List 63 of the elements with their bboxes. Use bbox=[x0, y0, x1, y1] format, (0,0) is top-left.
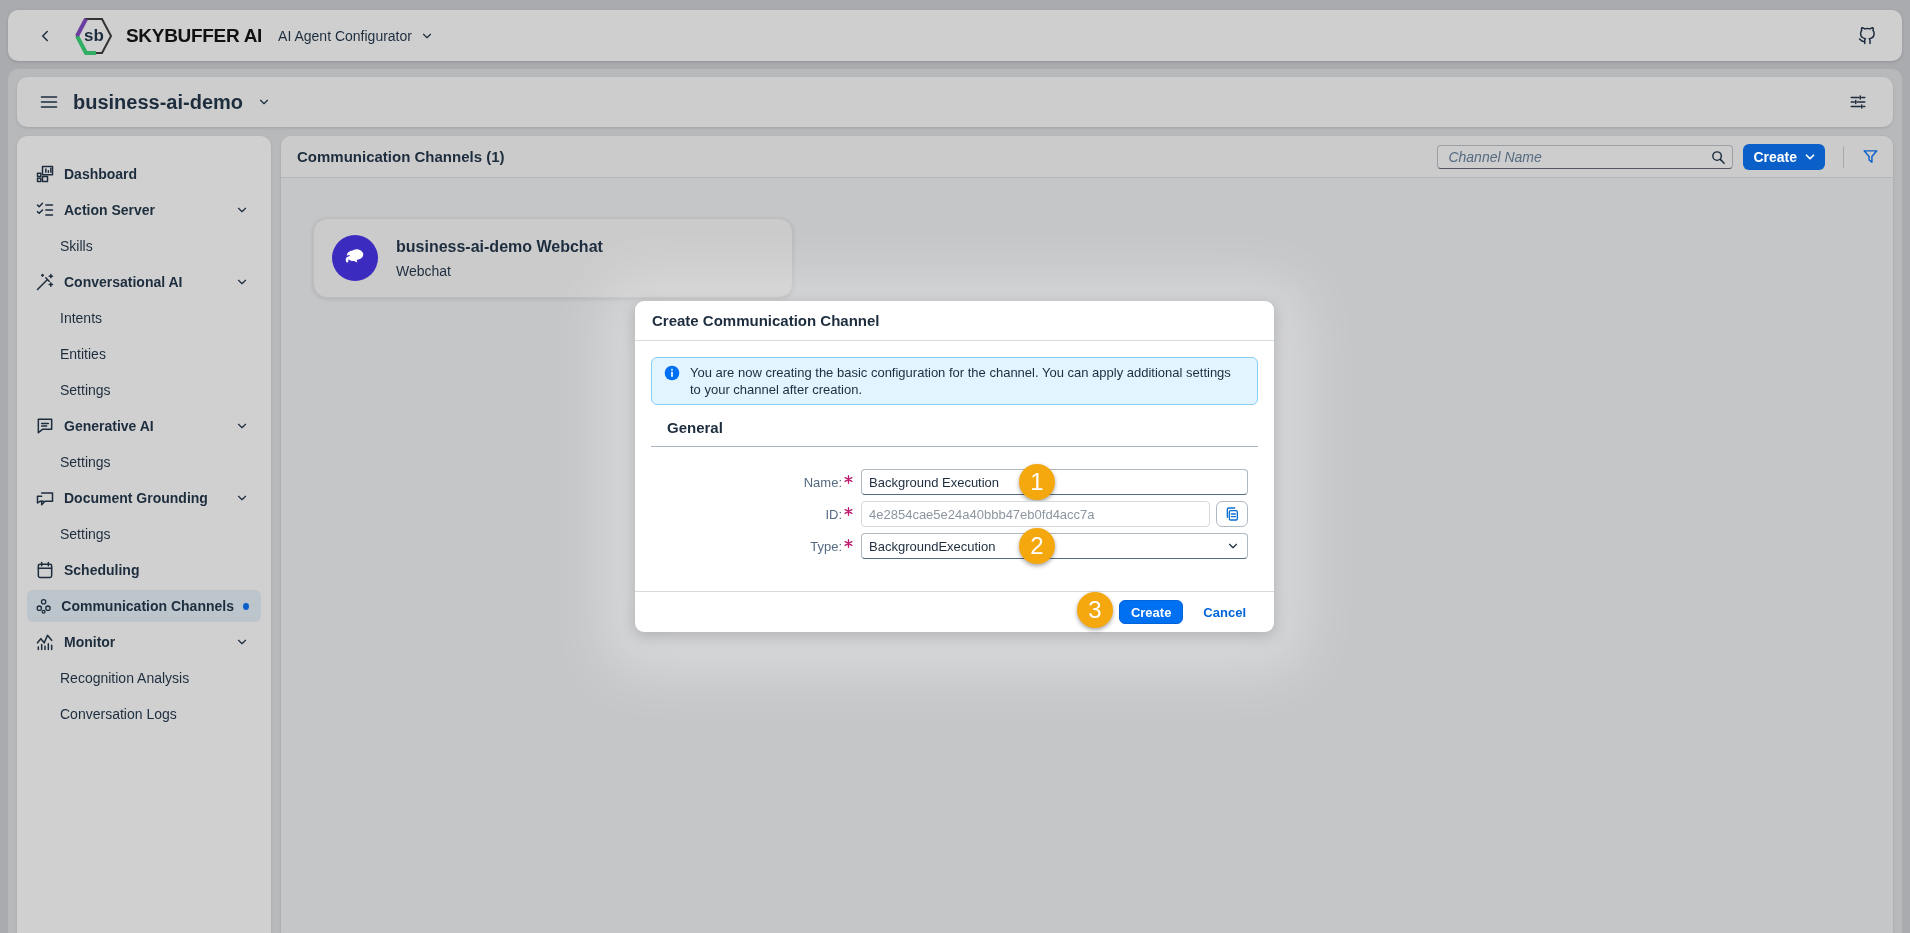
sidebar-subitem[interactable]: Intents bbox=[27, 302, 261, 334]
field-label: ID: bbox=[825, 506, 842, 522]
sidebar-item[interactable]: Communication Channels bbox=[27, 590, 261, 622]
calendar-icon bbox=[35, 560, 55, 580]
step-badge: 3 bbox=[1076, 592, 1113, 628]
create-button[interactable]: Create bbox=[1118, 600, 1184, 624]
sidebar-subitem[interactable]: Settings bbox=[27, 374, 261, 406]
chart-icon bbox=[35, 632, 55, 652]
step-badge: 2 bbox=[1019, 528, 1055, 564]
settings-button[interactable] bbox=[1849, 93, 1867, 111]
chat-bubble-icon bbox=[35, 416, 55, 436]
sidebar-item-label: Dashboard bbox=[64, 166, 139, 182]
sidebar-item-label: Scheduling bbox=[64, 562, 141, 578]
sidebar-item-label: Document Grounding bbox=[64, 490, 209, 506]
copy-button[interactable] bbox=[1216, 501, 1248, 527]
card-title: business-ai-demo Webchat bbox=[396, 237, 603, 256]
brand-title: SKYBUFFER AI bbox=[126, 24, 263, 47]
sidebar-subitem[interactable]: Skills bbox=[27, 230, 261, 262]
filter-icon bbox=[1862, 148, 1879, 165]
github-button[interactable] bbox=[1858, 26, 1876, 45]
field-label: Type: bbox=[810, 538, 842, 554]
card-subtitle: Webchat bbox=[396, 262, 452, 279]
field-label: Name: bbox=[803, 474, 842, 490]
page-title: Communication Channels (1) bbox=[297, 148, 506, 165]
sidebar-item-label: Generative AI bbox=[64, 418, 155, 434]
cancel-button[interactable]: Cancel bbox=[1191, 600, 1258, 624]
info-text: You are now creating the basic configuration for the channel. You can apply additional settings to your channel after creation. bbox=[690, 364, 1232, 398]
github-icon bbox=[1858, 26, 1876, 45]
create-menu-button[interactable]: Create bbox=[1743, 143, 1825, 170]
sidebar-item[interactable]: Document Grounding bbox=[27, 482, 261, 514]
nodes-icon bbox=[35, 596, 53, 616]
sidebar-item[interactable]: Conversational AI bbox=[27, 266, 261, 298]
filter-button[interactable] bbox=[1862, 148, 1879, 165]
sidebar-item[interactable]: Monitor bbox=[27, 626, 261, 658]
workspace-switcher[interactable]: business-ai-demo bbox=[73, 90, 272, 114]
sidebar-subitem[interactable]: Entities bbox=[27, 338, 261, 370]
selected-dot bbox=[242, 602, 249, 610]
sidebar-item-label: Communication Channels bbox=[61, 598, 234, 614]
sidebar-subitem[interactable]: Settings bbox=[27, 518, 261, 550]
sidebar-subitem[interactable]: Recognition Analysis bbox=[27, 662, 261, 694]
sidebar-item-label: Action Server bbox=[64, 202, 157, 218]
sidebar-item[interactable]: Action Server bbox=[27, 194, 261, 226]
logo: sb bbox=[74, 15, 114, 56]
sidebar-subitem[interactable]: Conversation Logs bbox=[27, 698, 261, 730]
sidebar-item[interactable]: Dashboard bbox=[27, 158, 261, 190]
sidebar-item[interactable]: Scheduling bbox=[27, 554, 261, 586]
copy-icon bbox=[1224, 506, 1240, 522]
step-badge: 1 bbox=[1019, 464, 1055, 500]
app-switcher[interactable]: AI Agent Configurator bbox=[278, 27, 434, 44]
sidebar-subitem[interactable]: Settings bbox=[27, 446, 261, 478]
section-title: General bbox=[651, 419, 1258, 447]
sidebar-item[interactable]: Generative AI bbox=[27, 410, 261, 442]
sliders-icon bbox=[1849, 93, 1867, 111]
search-field[interactable]: Channel Name bbox=[1437, 144, 1734, 169]
magic-wand-icon bbox=[35, 272, 55, 292]
dropdown-value: BackgroundExecution bbox=[869, 538, 996, 554]
channel-card[interactable]: business-ai-demo Webchat Webchat bbox=[313, 218, 793, 298]
sidebar-item-label: Conversational AI bbox=[64, 274, 184, 290]
dialog-title: Create Communication Channel bbox=[635, 301, 1274, 341]
sidebar-item-label: Monitor bbox=[64, 634, 117, 650]
dashboard-icon bbox=[35, 164, 55, 184]
search-icon bbox=[1710, 148, 1728, 166]
info-icon bbox=[664, 365, 680, 381]
